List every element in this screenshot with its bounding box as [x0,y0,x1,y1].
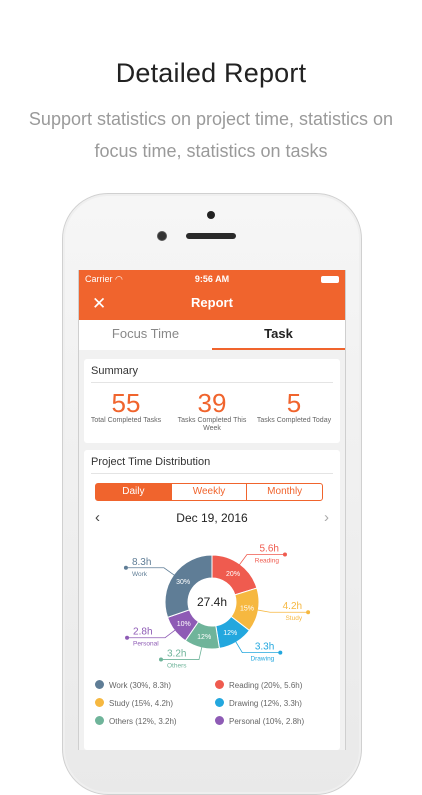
phone-sensor [207,211,215,219]
current-date: Dec 19, 2016 [176,511,248,525]
phone-camera [157,231,167,241]
stat-value: 5 [286,388,302,418]
segment-weekly[interactable]: Weekly [170,484,247,500]
slice-hours-label: 5.6h [260,543,279,554]
legend-item: Reading (20%, 5.6h) [215,680,335,692]
subheadline: Support statistics on project time, stat… [28,109,394,161]
date-navigator: ‹ Dec 19, 2016 › [84,508,340,528]
slice-percent-label: 10% [177,621,191,628]
legend-item: Work (30%, 8.3h) [95,680,215,692]
legend-item: Study (15%, 4.2h) [95,698,215,710]
legend-item: Others (12%, 3.2h) [95,716,215,728]
tab-bar: Focus Time Task [79,320,345,350]
slice-name-label: Personal [133,641,159,648]
tab-focus-time[interactable]: Focus Time [79,320,212,348]
legend-label: Study (15%, 4.2h) [109,699,174,708]
legend-swatch [95,716,104,726]
tab-indicator [212,348,345,350]
slice-name-label: Others [167,663,187,670]
legend-swatch [95,698,104,708]
legend-swatch [95,680,104,690]
headline: Detailed Report [115,58,307,88]
period-segmented-control: Daily Weekly Monthly [95,483,323,501]
legend-item: Drawing (12%, 3.3h) [215,698,335,710]
chevron-right-icon[interactable]: › [324,509,329,526]
slice-name-label: Study [285,615,302,622]
stat-label: Tasks Completed This Week [177,417,247,432]
distribution-title: Project Time Distribution [91,456,211,468]
donut-center-label: 27.4h [197,595,227,609]
stat-week: 39 Tasks Completed This Week [172,389,252,433]
stat-today: 5 Tasks Completed Today [254,389,334,425]
stat-total: 55 Total Completed Tasks [86,389,166,425]
slice-percent-label: 12% [223,630,237,637]
legend-label: Reading (20%, 5.6h) [229,681,303,690]
legend-item: Personal (10%, 2.8h) [215,716,335,728]
slice-percent-label: 15% [240,606,254,613]
leader-dot [306,610,311,615]
segment-daily[interactable]: Daily [96,484,171,500]
legend-label: Drawing (12%, 3.3h) [229,699,302,708]
legend-label: Others (12%, 3.2h) [109,717,177,726]
legend-swatch [215,680,224,690]
slice-percent-label: 30% [176,579,190,586]
slice-hours-label: 8.3h [132,557,151,568]
slice-percent-label: 20% [226,571,240,578]
tab-task[interactable]: Task [212,320,345,348]
legend-swatch [215,698,224,708]
stat-value: 39 [197,388,227,418]
leader-dot [123,565,128,570]
divider [91,382,333,383]
slice-hours-label: 2.8h [133,627,152,638]
nav-bar: Carrier ◠ 9:56 AM ✕ Report [79,270,345,320]
stat-label: Total Completed Tasks [90,417,162,424]
divider [91,473,333,474]
legend-label: Work (30%, 8.3h) [109,681,172,690]
leader-dot [125,635,130,640]
donut-chart: 20% 5.6h Reading 15% 4.2h Study 12% 3.3h Drawing… [123,543,311,670]
leader-dot [278,650,283,655]
phone-screen: Carrier ◠ 9:56 AM ✕ Report Focus Time Ta… [78,270,346,750]
legend-label: Personal (10%, 2.8h) [229,717,305,726]
summary-card: Summary 55 Total Completed Tasks 39 Task… [84,359,340,443]
page-title: Report [191,295,233,310]
status-time: 9:56 AM [194,274,230,284]
slice-name-label: Drawing [250,656,274,663]
distribution-card: Project Time Distribution Daily Weekly M… [84,450,340,750]
slice-percent-label: 12% [197,634,211,641]
leader-dot [159,657,164,662]
slice-hours-label: 4.2h [283,601,302,612]
phone-speaker [186,233,236,239]
slice-name-label: Reading [255,557,280,564]
leader-dot [282,552,287,557]
battery-icon [321,276,339,283]
stat-value: 55 [111,388,141,418]
slice-hours-label: 3.3h [255,642,274,653]
summary-title: Summary [91,365,139,377]
stat-label: Tasks Completed Today [256,417,332,424]
slice-hours-label: 3.2h [167,649,186,660]
legend-swatch [215,716,224,726]
slice-name-label: Work [132,571,148,578]
segment-monthly[interactable]: Monthly [246,484,322,500]
